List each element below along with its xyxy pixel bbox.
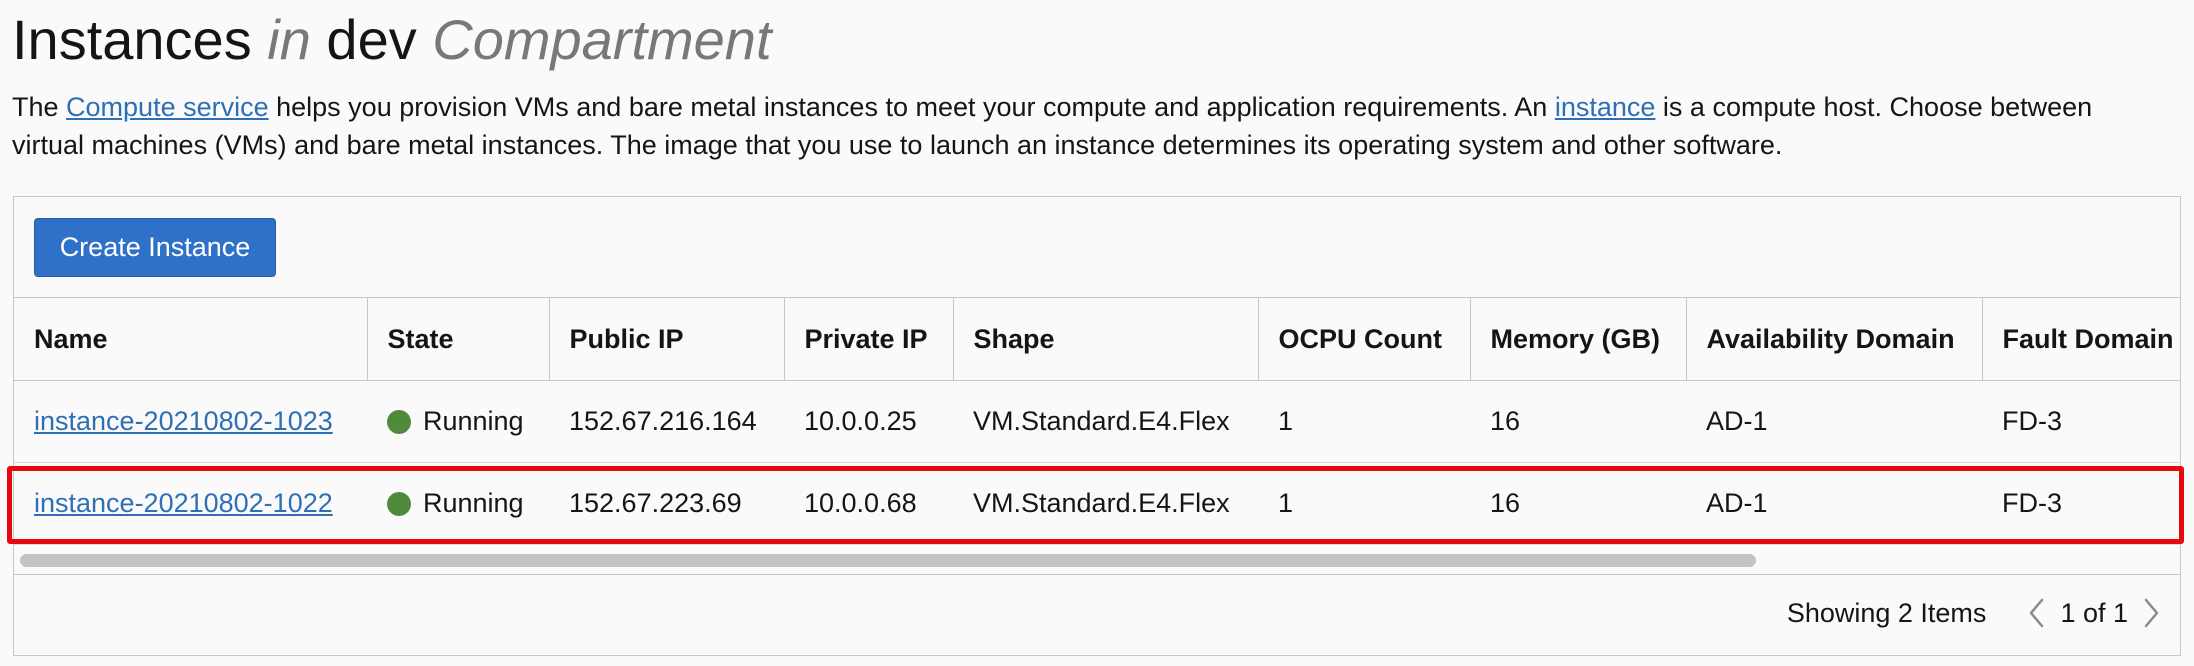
fault-domain-cell: FD-3 [1982,380,2180,463]
column-header-availability-domain[interactable]: Availability Domain [1686,297,1983,381]
state-text: Running [423,488,524,518]
page-description: The Compute service helps you provision … [12,88,2162,164]
page-indicator: 1 of 1 [2060,597,2128,628]
running-status-icon [387,491,411,516]
title-compartment-name: dev [326,8,417,71]
description-text-2: helps you provision VMs and bare metal i… [268,92,1555,122]
public-ip-cell: 152.67.223.69 [549,462,784,545]
title-main: Instances [12,8,252,71]
instances-table: Name State Public IP Private IP Shape OC… [14,297,2180,545]
column-header-name[interactable]: Name [14,297,368,381]
column-header-shape[interactable]: Shape [953,297,1259,381]
state-cell: Running [367,462,549,545]
private-ip-cell: 10.0.0.68 [784,462,953,545]
column-header-fault-domain[interactable]: Fault Domain [1982,297,2180,381]
table-header-row: Name State Public IP Private IP Shape OC… [14,297,2180,381]
column-header-state[interactable]: State [367,297,550,381]
state-cell: Running [367,380,549,463]
horizontal-scrollbar-thumb[interactable] [20,554,1756,567]
availability-domain-cell: AD-1 [1686,462,1982,545]
title-in: in [267,8,311,71]
private-ip-cell: 10.0.0.25 [784,380,953,463]
availability-domain-cell: AD-1 [1686,380,1982,463]
column-header-ocpu-count[interactable]: OCPU Count [1258,297,1471,381]
chevron-left-icon[interactable] [2022,595,2052,631]
title-suffix: Compartment [432,8,772,71]
table-row[interactable]: instance-20210802-1023 Running 152.67.21… [14,380,2180,463]
instance-name-link[interactable]: instance-20210802-1022 [34,488,333,518]
instances-panel: Create Instance Name State Public IP Pri… [13,196,2181,656]
running-status-icon [387,409,411,434]
ocpu-count-cell: 1 [1258,380,1470,463]
pagination: Showing 2 Items 1 of 1 [1787,595,2166,631]
table-row[interactable]: instance-20210802-1022 Running 152.67.22… [14,462,2180,545]
column-header-public-ip[interactable]: Public IP [549,297,785,381]
shape-cell: VM.Standard.E4.Flex [953,380,1258,463]
create-instance-button[interactable]: Create Instance [34,218,276,277]
column-header-private-ip[interactable]: Private IP [784,297,954,381]
description-text-1: The [12,92,67,122]
page-title: Instances in dev Compartment [12,4,772,76]
memory-cell: 16 [1470,380,1686,463]
memory-cell: 16 [1470,462,1686,545]
ocpu-count-cell: 1 [1258,462,1470,545]
instance-name-cell: instance-20210802-1022 [14,462,367,545]
instances-page: Instances in dev Compartment The Compute… [0,0,2194,666]
table-footer-divider [14,574,2180,575]
public-ip-cell: 152.67.216.164 [549,380,784,463]
item-count-text: Showing 2 Items [1786,597,1987,628]
state-text: Running [423,406,524,436]
chevron-right-icon[interactable] [2136,595,2166,631]
instance-name-cell: instance-20210802-1023 [14,380,367,463]
compute-service-link[interactable]: Compute service [66,92,269,122]
instance-link[interactable]: instance [1555,92,1656,122]
shape-cell: VM.Standard.E4.Flex [953,462,1258,545]
fault-domain-cell: FD-3 [1982,462,2180,545]
instance-name-link[interactable]: instance-20210802-1023 [34,406,333,436]
column-header-memory[interactable]: Memory (GB) [1470,297,1687,381]
